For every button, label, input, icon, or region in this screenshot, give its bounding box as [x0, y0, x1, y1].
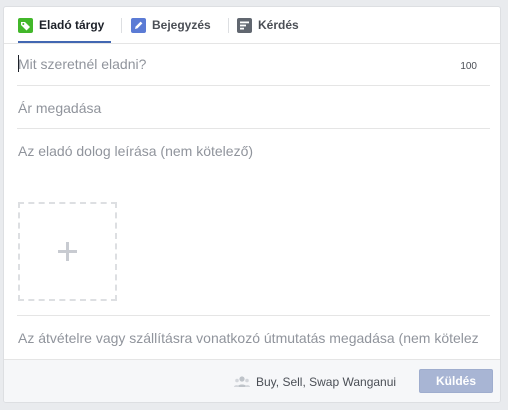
group-selector[interactable]: Buy, Sell, Swap Wanganui	[234, 375, 396, 389]
composer-footer: Buy, Sell, Swap Wanganui Küldés	[4, 359, 500, 402]
tab-divider	[121, 18, 122, 33]
add-photo-button[interactable]	[18, 202, 117, 301]
tab-question[interactable]: Kérdés	[237, 7, 299, 43]
tab-post[interactable]: Bejegyzés	[131, 7, 211, 43]
plus-icon	[58, 242, 77, 261]
item-title-placeholder: Mit szeretnél eladni?	[18, 56, 147, 72]
price-placeholder: Ár megadása	[18, 100, 102, 116]
description-placeholder: Az eladó dolog leírása (nem kötelező)	[18, 143, 254, 159]
composer-tabs: Eladó tárgy Bejegyzés Kérdés	[4, 7, 500, 44]
char-limit-counter: 100	[460, 61, 477, 72]
description-input[interactable]: Az eladó dolog leírása (nem kötelező)	[17, 129, 490, 316]
group-icon	[234, 376, 250, 387]
pickup-delivery-placeholder: Az átvételre vagy szállításra vonatkozó …	[18, 330, 479, 346]
tab-sell-item[interactable]: Eladó tárgy	[18, 7, 104, 43]
tab-divider	[228, 18, 229, 33]
tab-post-label: Bejegyzés	[152, 18, 211, 32]
active-tab-indicator	[18, 41, 111, 43]
item-title-input[interactable]: Mit szeretnél eladni? 100	[17, 44, 490, 86]
send-button[interactable]: Küldés	[419, 369, 493, 393]
pickup-delivery-input[interactable]: Az átvételre vagy szállításra vonatkozó …	[17, 316, 490, 358]
poll-icon	[237, 17, 252, 33]
tab-sell-item-label: Eladó tárgy	[39, 18, 105, 32]
tab-question-label: Kérdés	[258, 18, 299, 32]
price-input[interactable]: Ár megadása	[17, 86, 490, 129]
sell-composer: Eladó tárgy Bejegyzés Kérdés Mit szeretn…	[3, 6, 501, 403]
group-name: Buy, Sell, Swap Wanganui	[256, 375, 397, 389]
price-tag-icon	[18, 17, 33, 33]
pencil-icon	[131, 17, 146, 33]
